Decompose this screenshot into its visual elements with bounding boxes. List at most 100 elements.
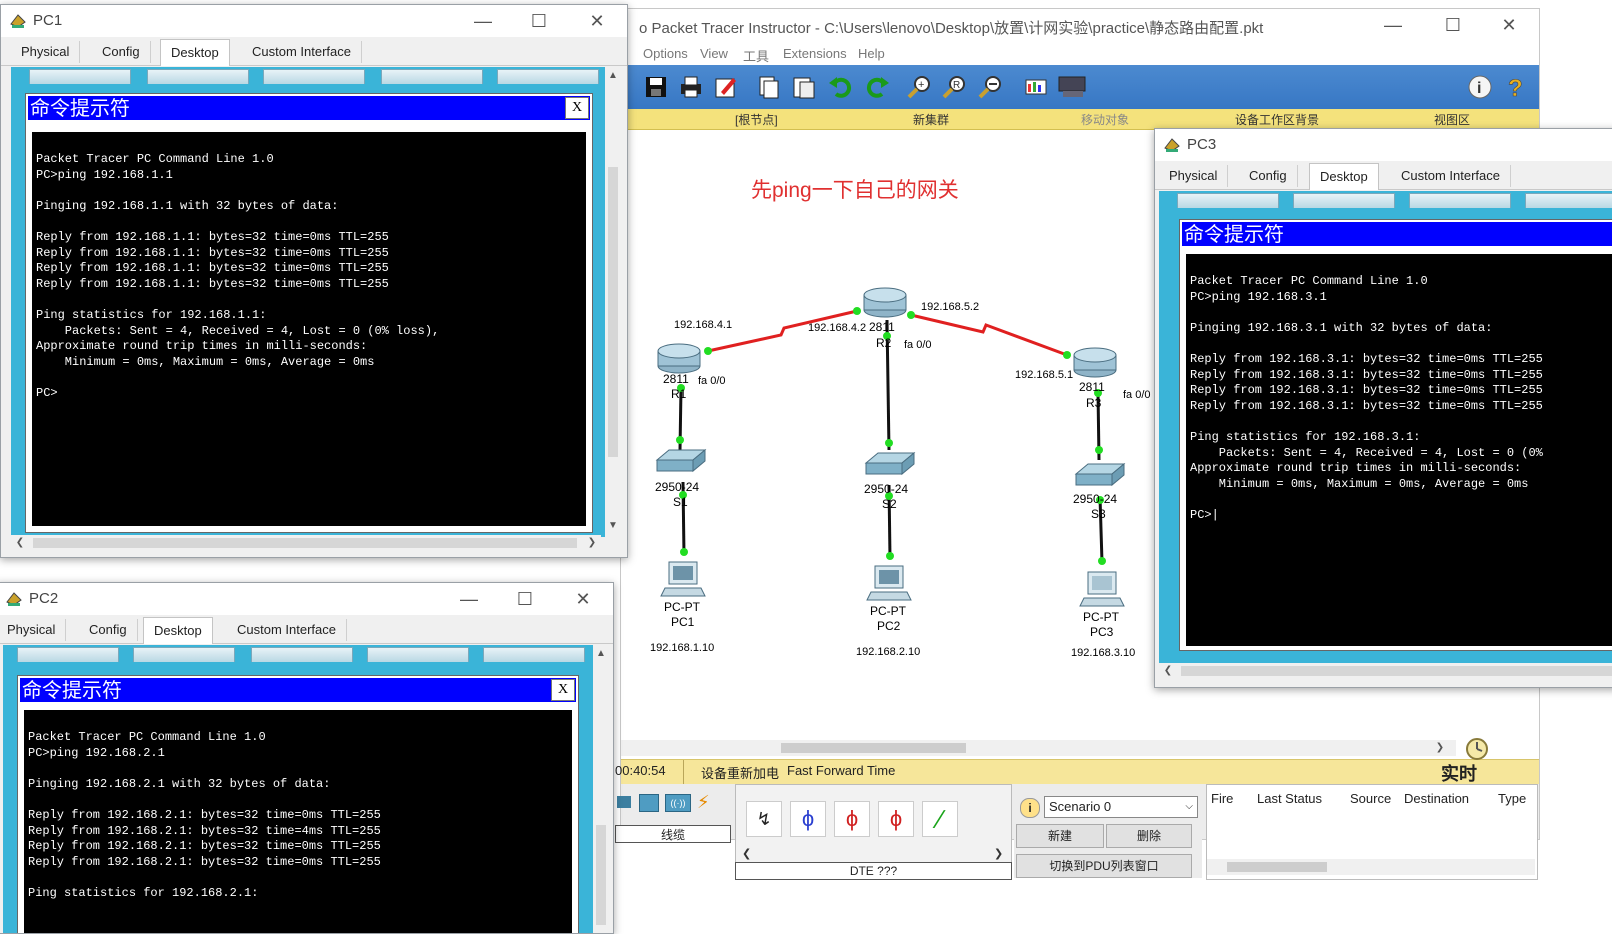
scenario-info-icon[interactable]: i [1020, 798, 1040, 818]
serial-dce-icon[interactable]: ϕ [834, 801, 870, 837]
minimize-icon[interactable]: — [449, 587, 489, 613]
info-icon[interactable]: i [1467, 74, 1493, 100]
desktop-app-icon[interactable] [1293, 193, 1395, 208]
router-r2-icon[interactable] [863, 287, 907, 318]
menu-help[interactable]: Help [858, 46, 885, 61]
desktop-app-icon[interactable] [497, 69, 599, 84]
scroll-right-arrow-icon-2[interactable]: ❯ [994, 847, 1003, 860]
pc3-hscroll-thumb[interactable] [1181, 666, 1612, 676]
desktop-app-icon[interactable] [251, 647, 353, 662]
close-icon[interactable]: ✕ [563, 587, 603, 613]
auto-connect-icon[interactable]: ↯ [746, 801, 782, 837]
scroll-left-arrow-icon[interactable]: ❮ [742, 847, 751, 860]
root-node-button[interactable]: [根节点] [735, 111, 778, 128]
close-icon[interactable]: ✕ [577, 9, 617, 35]
pc2-icon[interactable] [866, 565, 912, 601]
scroll-right-arrow-icon[interactable]: ❯ [1433, 741, 1447, 755]
zoom-out-icon[interactable] [977, 74, 1003, 100]
scroll-right-icon[interactable]: ❯ [585, 536, 599, 550]
save-icon[interactable] [643, 74, 669, 100]
menu-tools[interactable]: 工具 [743, 46, 769, 65]
pc1-terminal[interactable]: Packet Tracer PC Command Line 1.0 PC>ping… [32, 132, 586, 526]
menu-extensions[interactable]: Extensions [783, 46, 847, 61]
minimize-icon[interactable]: — [1373, 13, 1413, 39]
pc3-terminal[interactable]: Packet Tracer PC Command Line 1.0 PC>ping… [1186, 254, 1612, 646]
pdu-horizontal-scrollbar[interactable] [1207, 859, 1535, 875]
desktop-app-icon[interactable] [1177, 193, 1279, 208]
maximize-icon[interactable]: ☐ [505, 587, 545, 613]
redo-icon[interactable] [864, 74, 890, 100]
tab-custom-interface[interactable]: Custom Interface [242, 41, 362, 63]
menu-options[interactable]: Options [643, 46, 688, 61]
pc3-icon[interactable] [1079, 571, 1125, 607]
desktop-app-icon[interactable] [263, 69, 365, 84]
scroll-down-icon[interactable]: ▼ [606, 519, 620, 533]
menu-view[interactable]: View [700, 46, 728, 61]
tab-physical[interactable]: Physical [0, 619, 67, 641]
realtime-clock-icon[interactable] [1464, 736, 1490, 762]
help-icon[interactable]: ? [1503, 74, 1529, 100]
pc1-horizontal-scrollbar[interactable]: ❮ ❯ [11, 535, 601, 551]
scenario-select[interactable]: Scenario 0 ⌵ [1044, 796, 1198, 818]
pdu-scroll-thumb[interactable] [1227, 862, 1327, 872]
close-icon[interactable]: ✕ [1489, 13, 1529, 39]
fiber-cable-icon[interactable]: ∕ [922, 801, 958, 837]
desktop-app-icon[interactable] [133, 647, 235, 662]
tab-physical[interactable]: Physical [1159, 165, 1229, 187]
tab-physical[interactable]: Physical [11, 41, 81, 63]
pc1-hscroll-thumb[interactable] [33, 538, 577, 548]
pc1-icon[interactable] [660, 561, 706, 597]
undo-icon[interactable] [828, 74, 854, 100]
command-prompt-close-button[interactable]: X [551, 679, 575, 701]
tab-desktop[interactable]: Desktop [1309, 163, 1379, 190]
desktop-app-icon[interactable] [367, 647, 469, 662]
tab-config[interactable]: Config [92, 41, 151, 63]
toggle-pdu-list-button[interactable]: 切换到PDU列表窗口 [1016, 854, 1192, 878]
new-cluster-button[interactable]: 新集群 [913, 111, 949, 128]
realtime-mode-label[interactable]: 实时 [1441, 760, 1477, 786]
switch-s2-icon[interactable] [864, 451, 916, 476]
copy-icon[interactable] [756, 74, 782, 100]
wan-emulation-icon[interactable]: ((·)) [665, 794, 691, 812]
move-object-button[interactable]: 移动对象 [1081, 111, 1129, 128]
scroll-up-icon[interactable]: ▲ [594, 647, 608, 661]
connections-icon[interactable]: ⚡ [697, 792, 710, 813]
tab-custom-interface[interactable]: Custom Interface [227, 619, 347, 641]
desktop-app-icon[interactable] [147, 69, 249, 84]
scroll-left-icon[interactable]: ❮ [1161, 664, 1175, 678]
scroll-left-icon[interactable]: ❮ [13, 536, 27, 550]
desktop-app-icon[interactable] [1409, 193, 1511, 208]
custom-device-icon[interactable] [1057, 74, 1089, 100]
minimize-icon[interactable]: — [463, 9, 503, 35]
power-cycle-devices-button[interactable]: 设备重新加电 [701, 763, 779, 782]
maximize-icon[interactable]: ☐ [519, 9, 559, 35]
delete-scenario-button[interactable]: 删除 [1106, 824, 1192, 848]
pc3-horizontal-scrollbar[interactable]: ❮ [1159, 663, 1612, 679]
pc2-vertical-scrollbar[interactable]: ▲ [593, 645, 609, 933]
serial-dte-icon[interactable]: ϕ [878, 801, 914, 837]
new-scenario-button[interactable]: 新建 [1016, 824, 1104, 848]
wireless-device-icon[interactable] [639, 794, 659, 812]
pc1-vertical-scrollbar[interactable]: ▲ ▼ [605, 67, 621, 537]
desktop-app-icon[interactable] [17, 647, 119, 662]
hub-icon[interactable] [617, 796, 631, 808]
tab-custom-interface[interactable]: Custom Interface [1391, 165, 1511, 187]
canvas-horizontal-scrollbar[interactable]: ❯ [621, 740, 1456, 756]
zoom-reset-icon[interactable]: R [941, 74, 967, 100]
palette-icon[interactable] [1023, 74, 1049, 100]
desktop-app-icon[interactable] [1525, 193, 1612, 208]
activity-wizard-icon[interactable] [713, 74, 739, 100]
pc2-vscroll-thumb[interactable] [596, 825, 606, 925]
desktop-app-icon[interactable] [381, 69, 483, 84]
viewport-button[interactable]: 视图区 [1434, 111, 1470, 128]
canvas-scroll-thumb[interactable] [781, 743, 966, 753]
scroll-up-icon[interactable]: ▲ [606, 69, 620, 83]
switch-s1-icon[interactable] [655, 448, 707, 473]
pc2-terminal[interactable]: Packet Tracer PC Command Line 1.0 PC>ping… [24, 710, 572, 933]
console-cable-icon[interactable]: ϕ [790, 801, 826, 837]
router-r3-icon[interactable] [1073, 347, 1117, 378]
tab-config[interactable]: Config [79, 619, 138, 641]
command-prompt-close-button[interactable]: X [565, 97, 589, 119]
paste-icon[interactable] [791, 74, 817, 100]
fast-forward-time-button[interactable]: Fast Forward Time [787, 763, 895, 778]
